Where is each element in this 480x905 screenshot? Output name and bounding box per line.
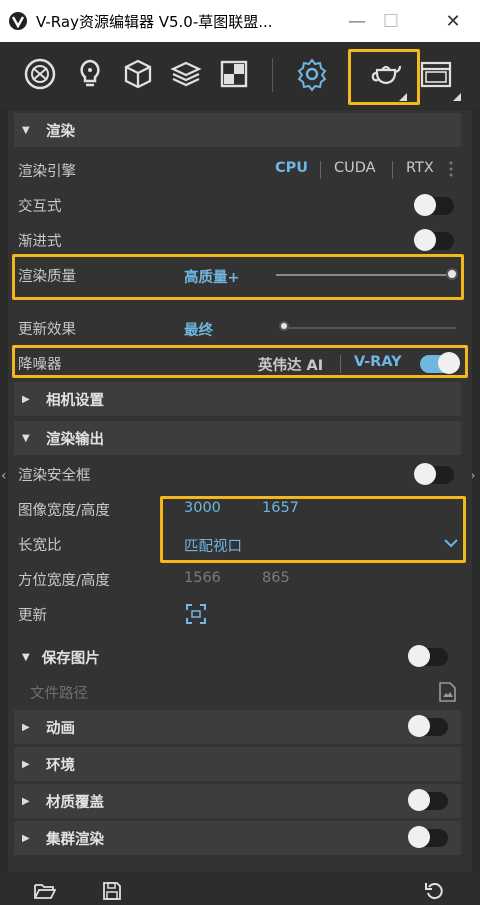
- render-teapot-icon[interactable]: [368, 56, 404, 92]
- materials-icon[interactable]: [22, 56, 58, 92]
- bottom-bar: [0, 872, 480, 905]
- vray-logo-icon: [9, 12, 27, 30]
- caret-right-icon: ▶: [22, 832, 30, 844]
- denoiser-nvidia[interactable]: 英伟达 AI: [258, 354, 323, 375]
- interactive-toggle[interactable]: [414, 194, 454, 216]
- section-title: 保存图片: [41, 650, 100, 667]
- section-environment[interactable]: ▶ 环境: [14, 747, 461, 781]
- section-title: 渲染: [46, 123, 75, 140]
- denoiser-vray[interactable]: V-RAY: [354, 354, 402, 370]
- section-title: 动画: [46, 720, 75, 737]
- update-slider-track[interactable]: [284, 327, 456, 329]
- fit-viewport-icon[interactable]: [185, 603, 207, 625]
- update-effect-label: 更新效果: [18, 321, 76, 338]
- quality-value: 高质量+: [184, 270, 240, 286]
- save-icon[interactable]: [102, 881, 122, 901]
- denoiser-label: 降噪器: [18, 356, 62, 373]
- render-engine-label: 渲染引擎: [18, 163, 76, 180]
- orientation-size-label: 方位宽度/高度: [18, 572, 110, 589]
- settings-gear-icon[interactable]: [294, 56, 330, 92]
- section-save-image[interactable]: ▼ 保存图片: [22, 642, 100, 672]
- update-effect-value: 最终: [184, 323, 213, 339]
- caret-down-icon: ▼: [22, 124, 30, 136]
- geometry-icon[interactable]: [120, 56, 156, 92]
- section-animation[interactable]: ▶ 动画: [14, 710, 461, 744]
- render-window-icon[interactable]: [418, 56, 454, 92]
- section-title: 集群渲染: [46, 831, 104, 848]
- save-image-toggle[interactable]: [408, 645, 448, 667]
- image-width-input[interactable]: 3000: [184, 500, 221, 516]
- lights-icon[interactable]: [72, 56, 108, 92]
- textures-icon[interactable]: [216, 56, 252, 92]
- caret-down-icon: ▼: [22, 651, 30, 663]
- material-override-toggle[interactable]: [408, 789, 448, 811]
- quality-slider-knob[interactable]: [446, 268, 458, 280]
- open-folder-icon[interactable]: [34, 882, 56, 900]
- aspect-ratio-select[interactable]: 匹配视口: [184, 535, 242, 556]
- corner-arrow-icon: [453, 93, 461, 101]
- section-render-output[interactable]: ▼ 渲染输出: [14, 421, 461, 455]
- section-swarm[interactable]: ▶ 集群渲染: [14, 821, 461, 855]
- seg-divider: [340, 355, 341, 373]
- caret-right-icon: ▶: [22, 795, 30, 807]
- orient-width-value: 1566: [184, 570, 221, 586]
- section-camera[interactable]: ▶ 相机设置: [14, 382, 461, 416]
- interactive-label: 交互式: [18, 198, 62, 215]
- progressive-label: 渐进式: [18, 233, 62, 250]
- safe-frame-toggle[interactable]: [414, 463, 454, 485]
- engine-rtx[interactable]: RTX: [406, 160, 434, 176]
- maximize-button[interactable]: ☐: [368, 0, 414, 42]
- close-button[interactable]: ✕: [430, 0, 476, 42]
- corner-arrow-icon: [399, 93, 407, 101]
- more-options-icon[interactable]: [448, 160, 454, 178]
- layers-icon[interactable]: [168, 56, 204, 92]
- title-bar: V-Ray资源编辑器 V5.0-草图联盟... — ☐ ✕: [0, 0, 480, 42]
- update-slider-knob[interactable]: [279, 321, 289, 331]
- animation-toggle[interactable]: [408, 715, 448, 737]
- file-browse-icon[interactable]: [438, 682, 456, 702]
- seg-divider: [392, 161, 393, 179]
- section-title: 材质覆盖: [46, 794, 104, 811]
- caret-down-icon: ▼: [22, 432, 30, 444]
- file-path-input[interactable]: 文件路径: [30, 677, 88, 707]
- swarm-toggle[interactable]: [408, 826, 448, 848]
- section-render[interactable]: ▼ 渲染: [14, 113, 461, 147]
- image-height-input[interactable]: 1657: [262, 500, 299, 516]
- asset-toolbar: [0, 42, 480, 108]
- seg-divider: [320, 161, 321, 179]
- quality-label: 渲染质量: [18, 268, 76, 285]
- engine-cpu[interactable]: CPU: [275, 160, 308, 176]
- collapse-left-icon[interactable]: ‹: [1, 468, 7, 484]
- engine-cuda[interactable]: CUDA: [334, 160, 376, 176]
- section-title: 渲染输出: [46, 431, 104, 448]
- section-material-override[interactable]: ▶ 材质覆盖: [14, 784, 461, 818]
- caret-right-icon: ▶: [22, 721, 30, 733]
- caret-right-icon: ▶: [22, 393, 30, 405]
- section-title: 环境: [46, 757, 75, 774]
- orient-height-value: 865: [262, 570, 290, 586]
- chevron-down-icon[interactable]: [444, 538, 458, 548]
- aspect-ratio-label: 长宽比: [18, 537, 62, 554]
- denoiser-toggle[interactable]: [420, 352, 460, 374]
- toolbar-divider: [272, 58, 273, 92]
- update-label: 更新: [18, 607, 47, 624]
- window-title: V-Ray资源编辑器 V5.0-草图联盟...: [36, 12, 273, 31]
- quality-slider-track[interactable]: [276, 274, 452, 276]
- progressive-toggle[interactable]: [414, 229, 454, 251]
- safe-frame-label: 渲染安全框: [18, 467, 91, 484]
- reset-icon[interactable]: [424, 881, 444, 901]
- caret-right-icon: ▶: [22, 758, 30, 770]
- image-size-label: 图像宽度/高度: [18, 502, 110, 519]
- section-title: 相机设置: [46, 392, 104, 409]
